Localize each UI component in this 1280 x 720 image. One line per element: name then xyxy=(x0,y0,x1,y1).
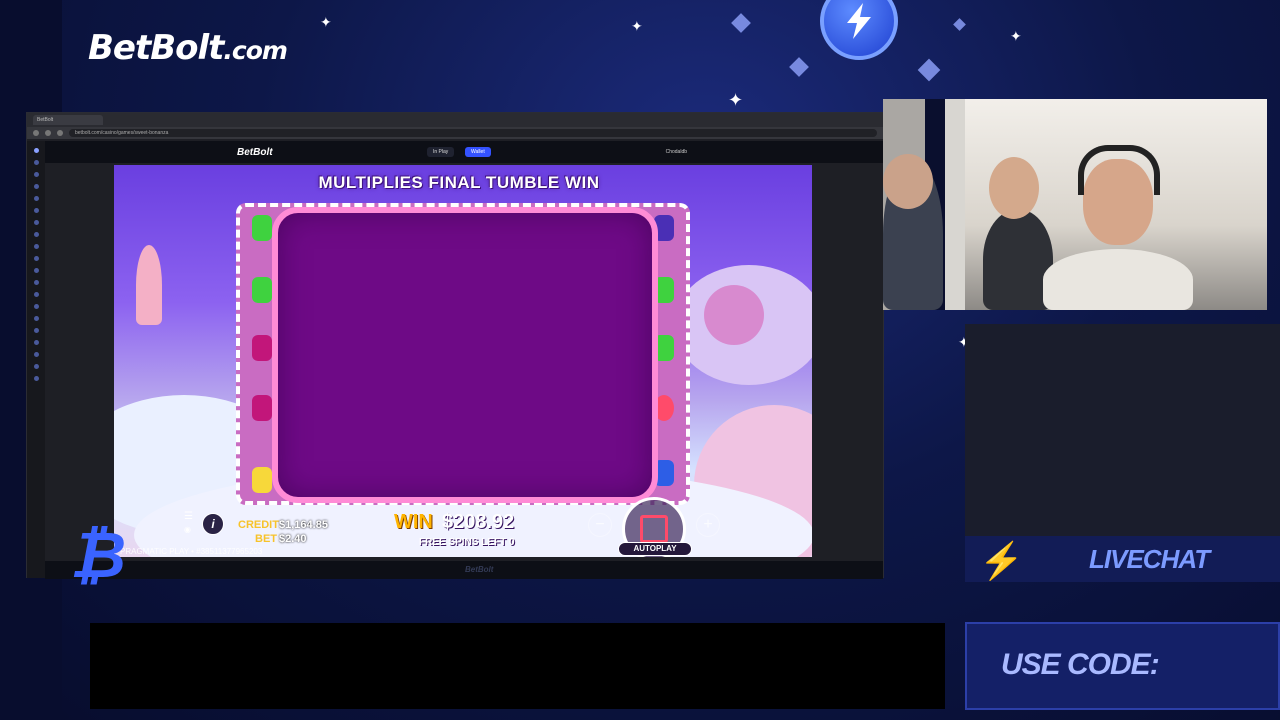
symbol-plum xyxy=(252,335,272,361)
rail-item[interactable] xyxy=(33,184,39,189)
scenery xyxy=(704,285,764,345)
bottom-panel xyxy=(90,623,945,709)
site-footer: BetBolt xyxy=(45,561,883,579)
symbol-green xyxy=(252,215,272,241)
rail-item[interactable] xyxy=(33,304,39,309)
sparkle-icon: ✦ xyxy=(631,18,643,34)
site-logo[interactable]: BetBolt xyxy=(237,147,273,158)
rail-item[interactable] xyxy=(33,364,39,369)
rail-item[interactable] xyxy=(33,256,39,261)
in-play-dropdown[interactable]: In Play xyxy=(427,147,455,157)
gem-decor xyxy=(731,13,751,33)
gem-decor xyxy=(953,18,966,31)
reel-grid xyxy=(272,207,658,503)
symbol-plum xyxy=(252,395,272,421)
url-bar[interactable]: betbolt.com/casino/games/sweet-bonanza xyxy=(69,129,877,137)
scenery xyxy=(136,245,162,325)
bitcoin-icon: ₿ xyxy=(70,519,127,591)
sparkle-icon: ✦ xyxy=(320,14,332,30)
betbolt-logo: BetBolt.com xyxy=(88,28,288,68)
stop-icon xyxy=(640,515,668,543)
rail-item[interactable] xyxy=(33,244,39,249)
symbol-banana xyxy=(252,467,272,493)
sparkle-icon: ✦ xyxy=(728,90,744,110)
livechat-label: LIVECHAT xyxy=(1089,544,1210,574)
webcam-feed xyxy=(883,99,1267,310)
bet-label: BET xyxy=(255,533,277,545)
menu-icon[interactable]: ☰ xyxy=(184,511,193,522)
rail-item[interactable] xyxy=(33,208,39,213)
rail-item[interactable] xyxy=(33,328,39,333)
footer-logo: BetBolt xyxy=(465,565,494,574)
gem-decor xyxy=(917,58,941,82)
win-label: WIN xyxy=(394,511,433,533)
rail-item[interactable] xyxy=(33,160,39,165)
menu-icon[interactable] xyxy=(33,148,39,153)
lightning-bolt-icon: ⚡ xyxy=(979,540,1024,581)
rail-item[interactable] xyxy=(33,196,39,201)
logo-domain-text: .com xyxy=(223,36,288,65)
free-spins-left: FREE SPINS LEFT 0 xyxy=(419,537,515,548)
sound-icon[interactable]: ◉ xyxy=(184,525,191,534)
browser-address-row: betbolt.com/casino/games/sweet-bonanza xyxy=(27,127,883,139)
reload-icon[interactable] xyxy=(57,130,63,136)
use-code-banner: USE CODE: xyxy=(965,622,1280,710)
info-icon[interactable]: i xyxy=(202,513,224,535)
site-header: BetBolt In Play Wallet Chodaldb xyxy=(45,141,883,163)
rail-item[interactable] xyxy=(33,232,39,237)
rail-item[interactable] xyxy=(33,352,39,357)
streamer-left-head xyxy=(883,154,933,209)
headset-icon xyxy=(1078,145,1160,195)
game-hud: ☰ ◉ i CREDIT $1,164.85 BET $2.40 WIN $20… xyxy=(114,497,812,557)
browser-tab-strip: BetBolt xyxy=(27,113,883,127)
provider-text: PRAGMATIC PLAY • #38511377965203 xyxy=(120,547,263,556)
credit-value: $1,164.85 xyxy=(279,519,328,531)
rail-item[interactable] xyxy=(33,292,39,297)
streamer-main xyxy=(1043,249,1193,310)
rail-item[interactable] xyxy=(33,268,39,273)
logo-main-text: BetBolt xyxy=(88,28,224,68)
rail-item[interactable] xyxy=(33,316,39,321)
back-icon[interactable] xyxy=(33,130,39,136)
forward-icon[interactable] xyxy=(45,130,51,136)
bet-plus-button[interactable]: + xyxy=(696,513,720,537)
lightning-bolt-icon xyxy=(820,0,898,60)
site-side-rail xyxy=(27,141,45,578)
rail-item[interactable] xyxy=(33,280,39,285)
livechat-banner: ⚡ LIVECHAT xyxy=(965,536,1280,582)
rail-item[interactable] xyxy=(33,376,39,381)
chat-panel xyxy=(965,324,1280,536)
symbol-green xyxy=(252,277,272,303)
win-value: $208.92 xyxy=(442,511,515,533)
user-menu[interactable]: Chodaldb xyxy=(666,147,687,157)
slot-game[interactable]: MULTIPLIES FINAL TUMBLE WIN ☰ ◉ i CREDIT… xyxy=(114,165,812,557)
use-code-label: USE CODE: xyxy=(1001,648,1160,681)
rail-item[interactable] xyxy=(33,220,39,225)
streamer-2-head xyxy=(989,157,1039,219)
gem-decor xyxy=(789,57,809,77)
sparkle-icon: ✦ xyxy=(1010,28,1022,44)
browser-tab[interactable]: BetBolt xyxy=(33,115,103,125)
feature-banner: MULTIPLIES FINAL TUMBLE WIN xyxy=(318,173,600,192)
credit-label: CREDIT xyxy=(238,519,279,531)
rail-item[interactable] xyxy=(33,340,39,345)
autoplay-button[interactable]: AUTOPLAY xyxy=(618,542,692,556)
wallet-button[interactable]: Wallet xyxy=(465,147,491,157)
bet-value: $2.40 xyxy=(279,533,307,545)
rail-item[interactable] xyxy=(33,172,39,177)
bet-minus-button[interactable]: − xyxy=(588,513,612,537)
